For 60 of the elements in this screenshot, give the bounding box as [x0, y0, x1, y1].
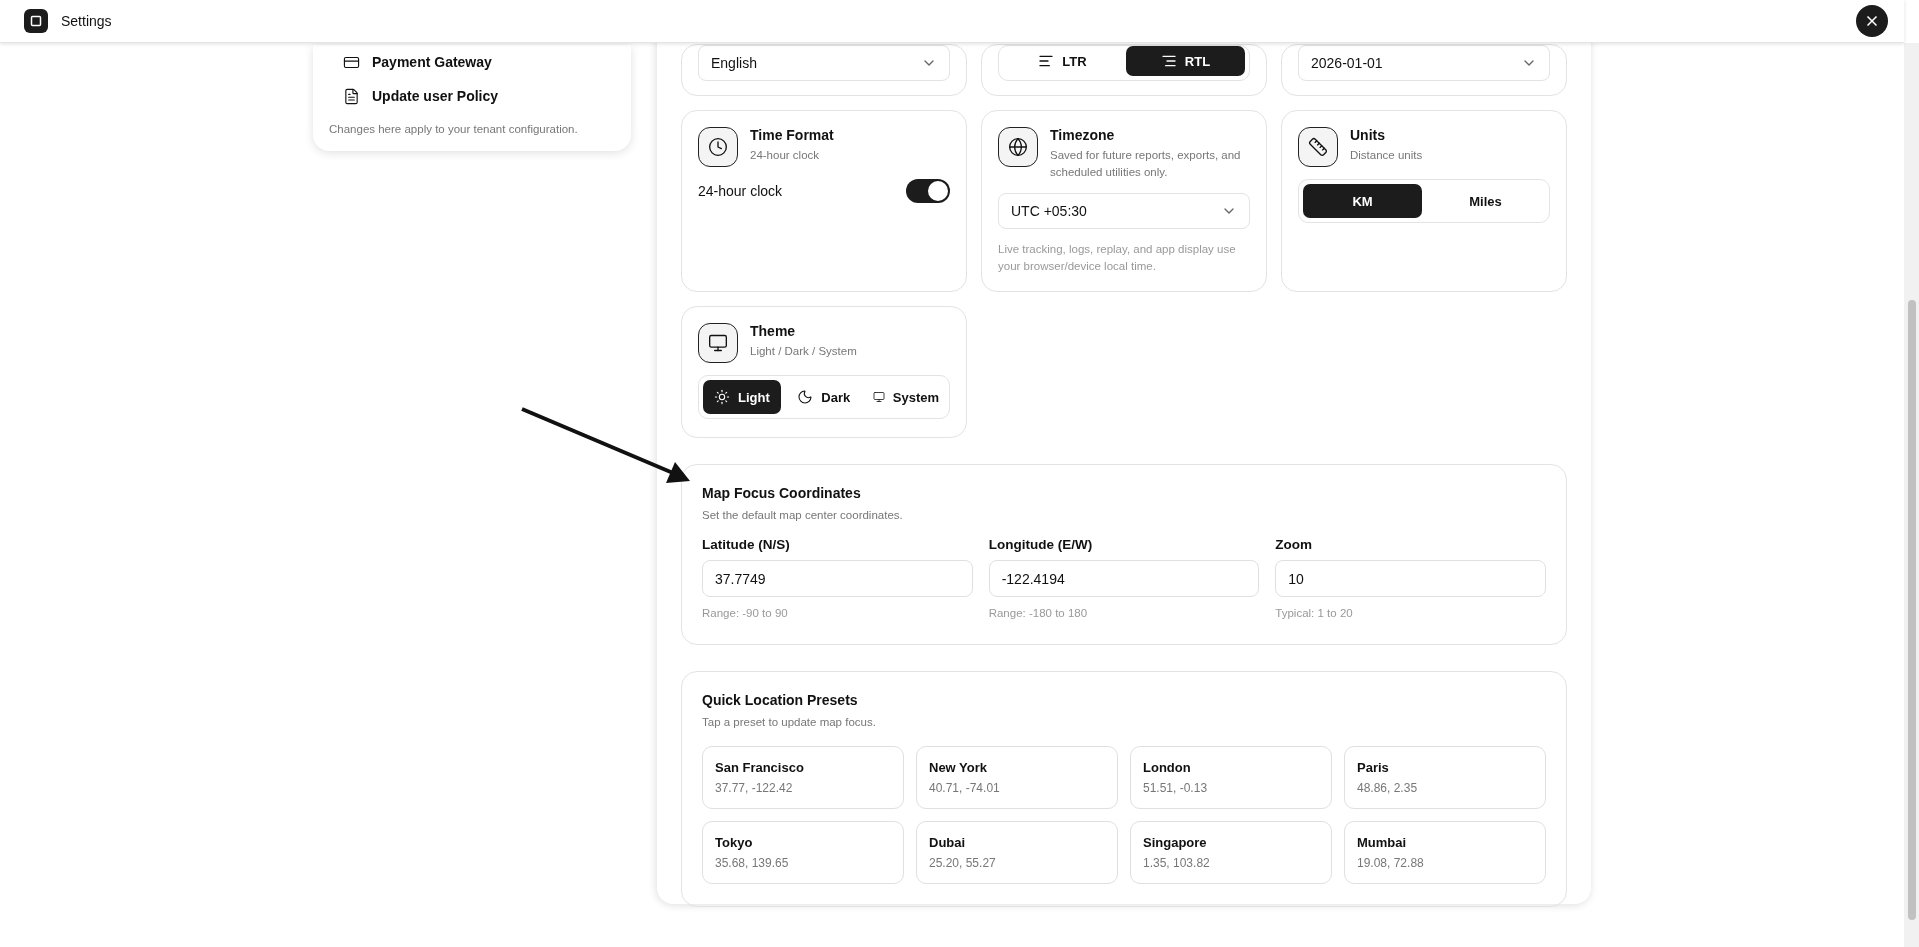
segment-button[interactable]: System — [866, 380, 945, 414]
segment-button[interactable]: Light — [703, 380, 781, 414]
preset-button[interactable]: San Francisco 37.77, -122.42 — [702, 746, 904, 809]
close-icon — [1864, 13, 1880, 29]
card-subtitle: Saved for future reports, exports, and scheduled utilities only. — [1050, 148, 1242, 180]
card-title: Time Format — [750, 127, 834, 143]
preset-button[interactable]: Paris 48.86, 2.35 — [1344, 746, 1546, 809]
preset-button[interactable]: Tokyo 35.68, 139.65 — [702, 821, 904, 884]
section-subtitle: Set the default map center coordinates. — [702, 509, 904, 521]
scrollbar[interactable] — [1904, 43, 1919, 947]
card-title: Theme — [750, 323, 797, 339]
card-title: Timezone — [1050, 127, 1116, 143]
input-field[interactable]: 10 — [1275, 560, 1546, 597]
hint-text: Range: -180 to 180 — [988, 606, 1089, 621]
preset-button[interactable]: Dubai 25.20, 55.27 — [916, 821, 1118, 884]
date-select[interactable]: 2026-01-01 — [1298, 45, 1550, 81]
field-label: Latitude (N/S) — [702, 537, 791, 552]
card-subtitle: Light / Dark / System — [750, 344, 857, 359]
close-button[interactable] — [1856, 5, 1888, 37]
segment-button[interactable]: LTR — [1003, 46, 1122, 76]
hint-text: Range: -90 to 90 — [702, 606, 789, 621]
section-title: Map Focus Coordinates — [702, 485, 862, 501]
globe-icon — [1008, 137, 1028, 157]
segment-button[interactable]: Miles — [1426, 184, 1545, 218]
clock-icon — [708, 137, 728, 157]
language-select[interactable]: English — [698, 45, 950, 81]
segment-button[interactable]: KM — [1303, 184, 1422, 218]
card-title: Units — [1350, 127, 1386, 143]
field-label: Longitude (E/W) — [988, 537, 1094, 552]
sidebar-note: Changes here apply to your tenant configuration. — [328, 122, 579, 135]
toggle-switch[interactable] — [906, 179, 950, 203]
section-subtitle: Tap a preset to update map focus. — [702, 716, 877, 728]
document-icon — [343, 87, 360, 105]
hint-text: Typical: 1 to 20 — [1275, 606, 1354, 621]
preset-button[interactable]: Singapore 1.35, 103.82 — [1130, 821, 1332, 884]
ruler-icon — [1308, 137, 1328, 157]
segment-button[interactable]: Dark — [784, 380, 863, 414]
timezone-select[interactable]: UTC +05:30 — [998, 193, 1250, 229]
preset-button[interactable]: London 51.51, -0.13 — [1130, 746, 1332, 809]
input-field[interactable]: -122.4194 — [988, 560, 1260, 597]
card-subtitle: Distance units — [1350, 148, 1423, 163]
sun-icon — [714, 389, 731, 405]
monitor-icon — [872, 391, 885, 403]
align-right-icon — [1160, 53, 1177, 69]
sidebar-item[interactable]: Update user Policy — [313, 79, 631, 113]
toggle-label: 24-hour clock — [698, 183, 783, 199]
card-subtitle: 24-hour clock — [750, 148, 821, 163]
segment-button[interactable]: RTL — [1126, 46, 1245, 76]
hint-text: Live tracking, logs, replay, and app display use your browser/device local time. — [998, 242, 1237, 274]
header-title: Settings — [61, 13, 112, 29]
sidebar-item[interactable]: Payment Gateway — [313, 45, 631, 79]
moon-icon — [797, 389, 814, 405]
input-field[interactable]: 37.7749 — [702, 560, 973, 597]
square-icon — [30, 15, 42, 27]
field-label: Zoom — [1275, 537, 1314, 552]
preset-button[interactable]: Mumbai 19.08, 72.88 — [1344, 821, 1546, 884]
section-title: Quick Location Presets — [702, 692, 859, 708]
preset-button[interactable]: New York 40.71, -74.01 — [916, 746, 1118, 809]
monitor-icon — [708, 333, 728, 353]
align-left-icon — [1038, 53, 1055, 69]
